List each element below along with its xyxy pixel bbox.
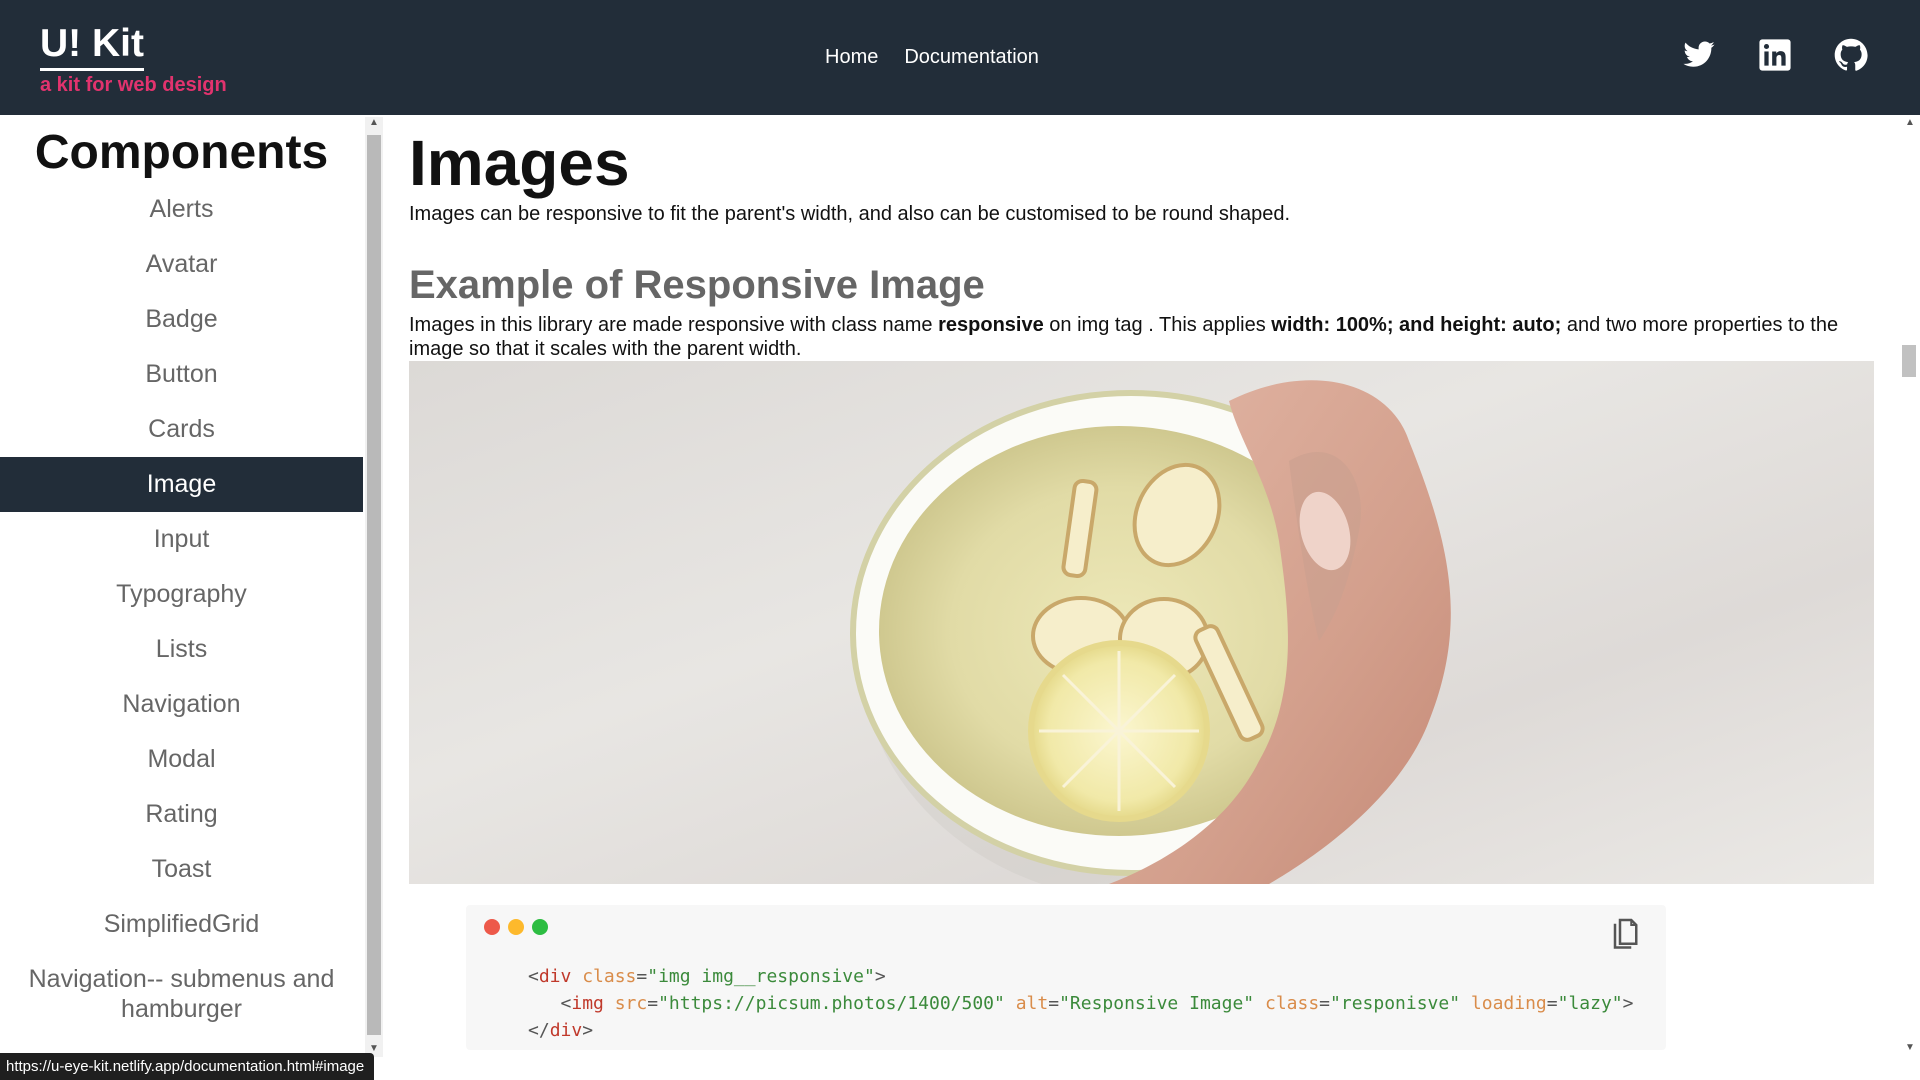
code-tag: div xyxy=(549,1020,583,1041)
code-tag: img xyxy=(571,993,604,1014)
window-dots xyxy=(484,919,548,935)
page-description: Images can be responsive to fit the pare… xyxy=(409,203,1291,225)
green-dot-icon xyxy=(532,919,548,935)
scroll-up-arrow-icon[interactable]: ▲ xyxy=(369,117,379,128)
sidebar-item-lists[interactable]: Lists xyxy=(0,622,363,677)
code-text: <div class="img img__responsive"> <img s… xyxy=(528,963,1633,1044)
top-navbar: U! Kit a kit for web design Home Documen… xyxy=(0,0,1920,115)
sidebar-item-modal[interactable]: Modal xyxy=(0,732,363,787)
yellow-dot-icon xyxy=(508,919,524,935)
page-scroll-down-icon[interactable]: ▼ xyxy=(1905,1042,1915,1053)
code-token: = xyxy=(1546,993,1558,1014)
sidebar-item-image[interactable]: Image xyxy=(0,457,363,512)
code-token: = xyxy=(1319,993,1331,1014)
sidebar-item-badge[interactable]: Badge xyxy=(0,292,363,347)
linkedin-icon[interactable] xyxy=(1758,38,1792,72)
page-scrollbar[interactable]: ▲ ▼ xyxy=(1900,115,1920,1055)
page-scroll-up-icon[interactable]: ▲ xyxy=(1905,117,1915,128)
code-snippet-card: <div class="img img__responsive"> <img s… xyxy=(466,905,1666,1050)
red-dot-icon xyxy=(484,919,500,935)
section-desc-bold-2: width: 100%; and height: auto; xyxy=(1271,314,1562,336)
sidebar-item-navigation-submenus[interactable]: Navigation-- submenus and hamburger xyxy=(0,952,363,1036)
sidebar-item-navigation[interactable]: Navigation xyxy=(0,677,363,732)
brand-logo[interactable]: U! Kit a kit for web design xyxy=(40,22,227,97)
components-sidebar: Components Alerts Avatar Badge Button Ca… xyxy=(0,115,363,1080)
code-token: > xyxy=(1622,993,1634,1014)
code-token: > xyxy=(582,1020,594,1041)
code-string: "img img__responsive" xyxy=(647,966,875,987)
tea-bowl-illustration xyxy=(850,380,1451,884)
code-token: > xyxy=(874,966,886,987)
github-icon[interactable] xyxy=(1834,38,1868,72)
sidebar-item-cards[interactable]: Cards xyxy=(0,402,363,457)
social-links xyxy=(1682,38,1868,72)
code-token: < xyxy=(560,993,572,1014)
code-line-3: </div> xyxy=(528,1020,593,1041)
sidebar-scroll-thumb[interactable] xyxy=(367,135,381,1035)
code-token: = xyxy=(636,966,648,987)
page-scroll-thumb[interactable] xyxy=(1902,345,1916,377)
sidebar-item-avatar[interactable]: Avatar xyxy=(0,237,363,292)
code-line-1: <div class="img img__responsive"> xyxy=(528,966,886,987)
code-string: "https://picsum.photos/1400/500" xyxy=(658,993,1005,1014)
top-nav-links: Home Documentation xyxy=(825,44,1039,70)
section-description: Images in this library are made responsi… xyxy=(409,313,1874,361)
code-attr: loading xyxy=(1470,993,1547,1014)
code-line-2: <img src="https://picsum.photos/1400/500… xyxy=(561,993,1634,1014)
sidebar-item-input[interactable]: Input xyxy=(0,512,363,567)
code-string: "Responsive Image" xyxy=(1059,993,1255,1014)
sidebar-list: Alerts Avatar Badge Button Cards Image I… xyxy=(0,182,363,1036)
sidebar-item-alerts[interactable]: Alerts xyxy=(0,182,363,237)
sidebar-item-typography[interactable]: Typography xyxy=(0,567,363,622)
brand-title: U! Kit xyxy=(40,22,144,71)
code-attr: class xyxy=(582,966,637,987)
code-token: = xyxy=(1048,993,1060,1014)
sidebar-scrollbar[interactable]: ▲ ▼ xyxy=(365,117,383,1057)
sidebar-item-simplifiedgrid[interactable]: SimplifiedGrid xyxy=(0,897,363,952)
copy-icon[interactable] xyxy=(1610,917,1640,953)
sidebar-item-rating[interactable]: Rating xyxy=(0,787,363,842)
responsive-image xyxy=(409,361,1874,884)
section-desc-text-2: on img tag . This applies xyxy=(1043,314,1272,336)
nav-home-link[interactable]: Home xyxy=(825,44,878,70)
code-attr: class xyxy=(1264,993,1320,1014)
brand-tagline: a kit for web design xyxy=(40,74,227,96)
nav-documentation-link[interactable]: Documentation xyxy=(904,44,1039,70)
status-url-bar: https://u-eye-kit.netlify.app/documentat… xyxy=(0,1053,375,1080)
twitter-icon[interactable] xyxy=(1682,38,1716,72)
section-desc-bold-1: responsive xyxy=(938,314,1044,336)
code-attr: alt xyxy=(1015,993,1049,1014)
section-desc-text-1: Images in this library are made responsi… xyxy=(409,314,939,336)
page-title: Images xyxy=(409,127,630,199)
code-token: < xyxy=(528,966,539,987)
code-attr: src xyxy=(614,993,648,1014)
sidebar-item-toast[interactable]: Toast xyxy=(0,842,363,897)
code-string: "responisve" xyxy=(1330,993,1461,1014)
code-string: "lazy" xyxy=(1557,993,1623,1014)
code-token: </ xyxy=(528,1020,550,1041)
sidebar-item-button[interactable]: Button xyxy=(0,347,363,402)
code-tag: div xyxy=(538,966,572,987)
sidebar-title: Components xyxy=(34,126,329,179)
code-token: = xyxy=(647,993,659,1014)
section-title: Example of Responsive Image xyxy=(409,263,985,307)
